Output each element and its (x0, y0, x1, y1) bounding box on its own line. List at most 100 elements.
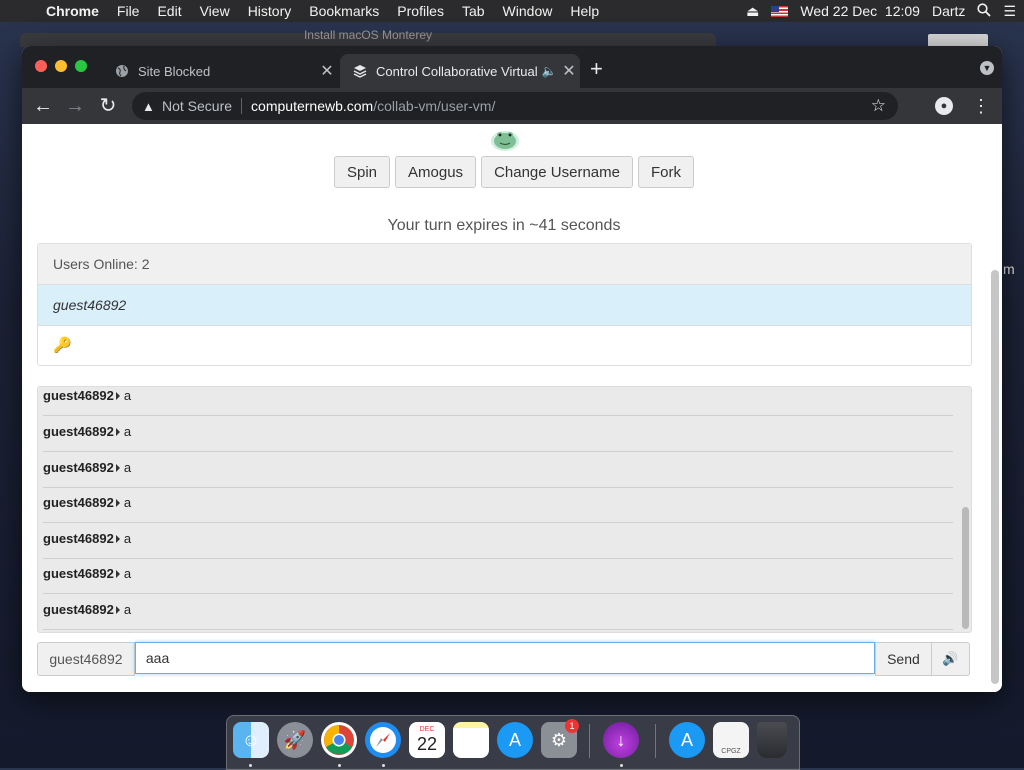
chrome-icon[interactable] (321, 722, 357, 758)
collabvm-favicon-icon (352, 63, 368, 79)
running-indicator (338, 764, 341, 767)
page-content: Spin Amogus Change Username Fork Your tu… (22, 124, 1002, 692)
dock: ☺ 🚀 DEC 22 A ⚙ 1 ↓ A CPGZ (226, 715, 800, 770)
chat-arrow-icon (115, 499, 120, 507)
tab-audio-icon[interactable]: 🔈 (540, 64, 558, 78)
menu-app-chrome[interactable]: Chrome (38, 3, 109, 19)
chat-arrow-icon (115, 535, 120, 543)
launchpad-icon[interactable]: 🚀 (277, 722, 313, 758)
archive-icon[interactable]: CPGZ (713, 722, 749, 758)
finder-icon[interactable]: ☺ (233, 722, 269, 758)
running-indicator (620, 764, 623, 767)
menu-history[interactable]: History (240, 3, 302, 19)
menu-help[interactable]: Help (562, 3, 609, 19)
change-username-button[interactable]: Change Username (481, 156, 633, 188)
menu-bar: Chrome File Edit View History Bookmarks … (0, 0, 1024, 22)
close-window-button[interactable] (35, 60, 47, 72)
page-scrollbar[interactable] (991, 270, 999, 684)
profile-avatar-icon[interactable]: ● (935, 97, 953, 115)
chat-username: guest46892 (43, 388, 114, 403)
menu-profiles[interactable]: Profiles (389, 3, 454, 19)
address-bar[interactable]: ▲ Not Secure computernewb.com/collab-vm/… (132, 92, 898, 120)
app-store-icon[interactable]: A (669, 722, 705, 758)
tab-bar: Site Blocked ✕ Control Collaborative Vir… (22, 46, 1002, 88)
bookmark-star-icon[interactable]: ☆ (871, 96, 886, 116)
chat-log[interactable]: guest46892 a guest46892 a guest46892 a gues… (37, 386, 972, 633)
menu-bookmarks[interactable]: Bookmarks (301, 3, 389, 19)
fork-button[interactable]: Fork (637, 156, 694, 188)
key-user-list-item[interactable]: 🔑 (38, 326, 971, 365)
user-list-item[interactable]: guest46892 (38, 285, 971, 326)
new-tab-icon[interactable]: + (590, 58, 603, 80)
status-area: ⏏ Wed 22 Dec 12:09 Dartz ☰ (746, 0, 1016, 22)
tab-search-chevron-icon[interactable]: ▼ (980, 61, 994, 75)
trash-icon[interactable] (757, 722, 787, 758)
downloads-icon[interactable]: ↓ (603, 722, 639, 758)
chat-arrow-icon (115, 464, 120, 472)
volume-icon[interactable]: 🔊 (931, 642, 970, 676)
chat-username: guest46892 (43, 602, 114, 617)
menu-tab[interactable]: Tab (454, 3, 495, 19)
chat-text: a (123, 495, 132, 510)
chat-username: guest46892 (43, 566, 114, 581)
spin-button[interactable]: Spin (334, 156, 391, 188)
menu-file[interactable]: File (109, 3, 150, 19)
menu-window[interactable]: Window (495, 3, 563, 19)
vm-action-buttons: Spin Amogus Change Username Fork (334, 156, 694, 188)
browser-window: Site Blocked ✕ Control Collaborative Vir… (22, 46, 1002, 692)
calendar-icon[interactable]: DEC 22 (409, 722, 445, 758)
back-arrow-icon[interactable]: ← (31, 94, 55, 118)
dock-separator (589, 724, 590, 758)
zoom-window-button[interactable] (75, 60, 87, 72)
chat-text: a (123, 424, 132, 439)
desktop-label-fragment: m (1003, 261, 1015, 277)
browser-toolbar: ← → ↻ ▲ Not Secure computernewb.com/coll… (22, 88, 1002, 124)
frog-mascot-icon (491, 131, 519, 151)
close-tab-icon[interactable]: ✕ (316, 61, 338, 81)
menu-edit[interactable]: Edit (149, 3, 191, 19)
url-host: computernewb.com (251, 98, 374, 114)
tab-title: Control Collaborative Virtual Machines! (376, 63, 540, 79)
spotlight-search-icon[interactable] (977, 2, 992, 20)
chat-arrow-icon (115, 606, 120, 614)
tab-title: Site Blocked (138, 63, 211, 79)
control-center-icon[interactable]: ☰ (1003, 3, 1016, 20)
reload-icon[interactable]: ↻ (96, 94, 120, 118)
security-label[interactable]: Not Secure (162, 98, 232, 114)
chat-message: guest46892 a (43, 416, 953, 452)
user-name[interactable]: Dartz (932, 3, 965, 19)
menu-view[interactable]: View (192, 3, 240, 19)
chat-scrollbar[interactable] (962, 507, 969, 629)
app-store-icon[interactable]: A (497, 722, 533, 758)
input-source-flag-icon[interactable] (771, 5, 789, 17)
send-button[interactable]: Send (875, 642, 932, 676)
amogus-button[interactable]: Amogus (395, 156, 477, 188)
notification-badge: 1 (565, 719, 579, 733)
tab-site-blocked[interactable]: Site Blocked ✕ (102, 54, 338, 88)
warning-icon[interactable]: ▲ (142, 99, 158, 114)
notes-icon[interactable] (453, 722, 489, 758)
forward-arrow-icon[interactable]: → (63, 94, 87, 118)
chat-text: a (123, 602, 132, 617)
chat-input-row: guest46892 Send 🔊 (37, 642, 970, 676)
safari-icon[interactable] (365, 722, 401, 758)
close-tab-icon[interactable]: ✕ (558, 61, 580, 81)
archive-label: CPGZ (721, 748, 741, 755)
background-window[interactable]: Install macOS Monterey (20, 28, 716, 47)
users-online-panel: Users Online: 2 guest46892 🔑 (37, 243, 972, 366)
calendar-day: 22 (416, 734, 438, 754)
chat-arrow-icon (115, 570, 120, 578)
minimize-window-button[interactable] (55, 60, 67, 72)
eject-icon[interactable]: ⏏ (746, 3, 759, 20)
chrome-menu-icon[interactable]: ⋮ (972, 94, 990, 118)
turn-timer-text: Your turn expires in ~41 seconds (387, 217, 621, 234)
clock[interactable]: Wed 22 Dec 12:09 (800, 3, 920, 19)
tab-collab-vm[interactable]: Control Collaborative Virtual Machines! … (340, 54, 580, 88)
chat-message: guest46892 a (43, 523, 953, 559)
chat-message-input[interactable] (134, 642, 876, 674)
chat-message: guest46892 a (43, 452, 953, 488)
chat-message: guest46892 a (43, 487, 953, 523)
running-indicator (382, 764, 385, 767)
chat-arrow-icon (115, 428, 120, 436)
url-path: /collab-vm/user-vm/ (373, 98, 496, 114)
